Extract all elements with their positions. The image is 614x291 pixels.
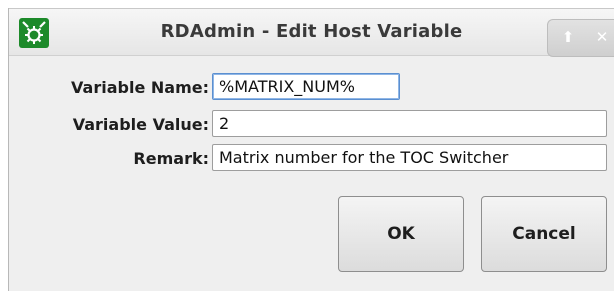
- remark-label: Remark:: [133, 149, 209, 168]
- maximize-icon[interactable]: ⬆: [558, 27, 578, 47]
- variable-name-input[interactable]: %MATRIX_NUM%: [212, 73, 400, 100]
- variable-name-label: Variable Name:: [71, 78, 209, 97]
- title-bar[interactable]: RDAdmin - Edit Host Variable ⬆ ✕: [9, 8, 614, 57]
- variable-value-input[interactable]: 2: [212, 110, 607, 137]
- close-icon[interactable]: ✕: [592, 27, 612, 47]
- variable-value-label: Variable Value:: [72, 115, 209, 134]
- window-title: RDAdmin - Edit Host Variable: [160, 21, 463, 42]
- window-controls: ⬆ ✕: [547, 19, 614, 57]
- edit-host-variable-dialog: RDAdmin - Edit Host Variable ⬆ ✕ Variabl…: [8, 8, 614, 291]
- ok-button[interactable]: OK: [338, 196, 464, 272]
- cancel-button[interactable]: Cancel: [481, 196, 607, 272]
- remark-input[interactable]: Matrix number for the TOC Switcher: [212, 144, 607, 171]
